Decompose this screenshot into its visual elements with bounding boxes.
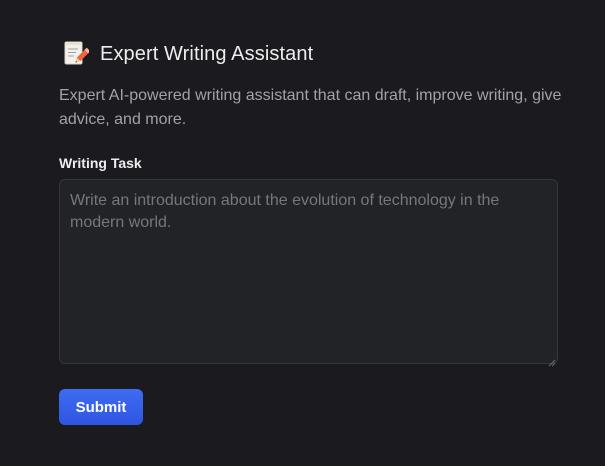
- page-title: Expert Writing Assistant: [100, 42, 314, 65]
- resize-grip-icon[interactable]: [548, 354, 556, 367]
- submit-button[interactable]: Submit: [59, 389, 143, 425]
- writing-task-label: Writing Task: [59, 155, 142, 171]
- writing-task-input[interactable]: [59, 179, 558, 364]
- page-description: Expert AI-powered writing assistant that…: [59, 87, 562, 128]
- memo-with-pencil-icon: [63, 40, 91, 68]
- writing-assistant-panel: Expert Writing Assistant Expert AI-power…: [0, 0, 605, 466]
- app-header: Expert Writing Assistant: [63, 40, 313, 68]
